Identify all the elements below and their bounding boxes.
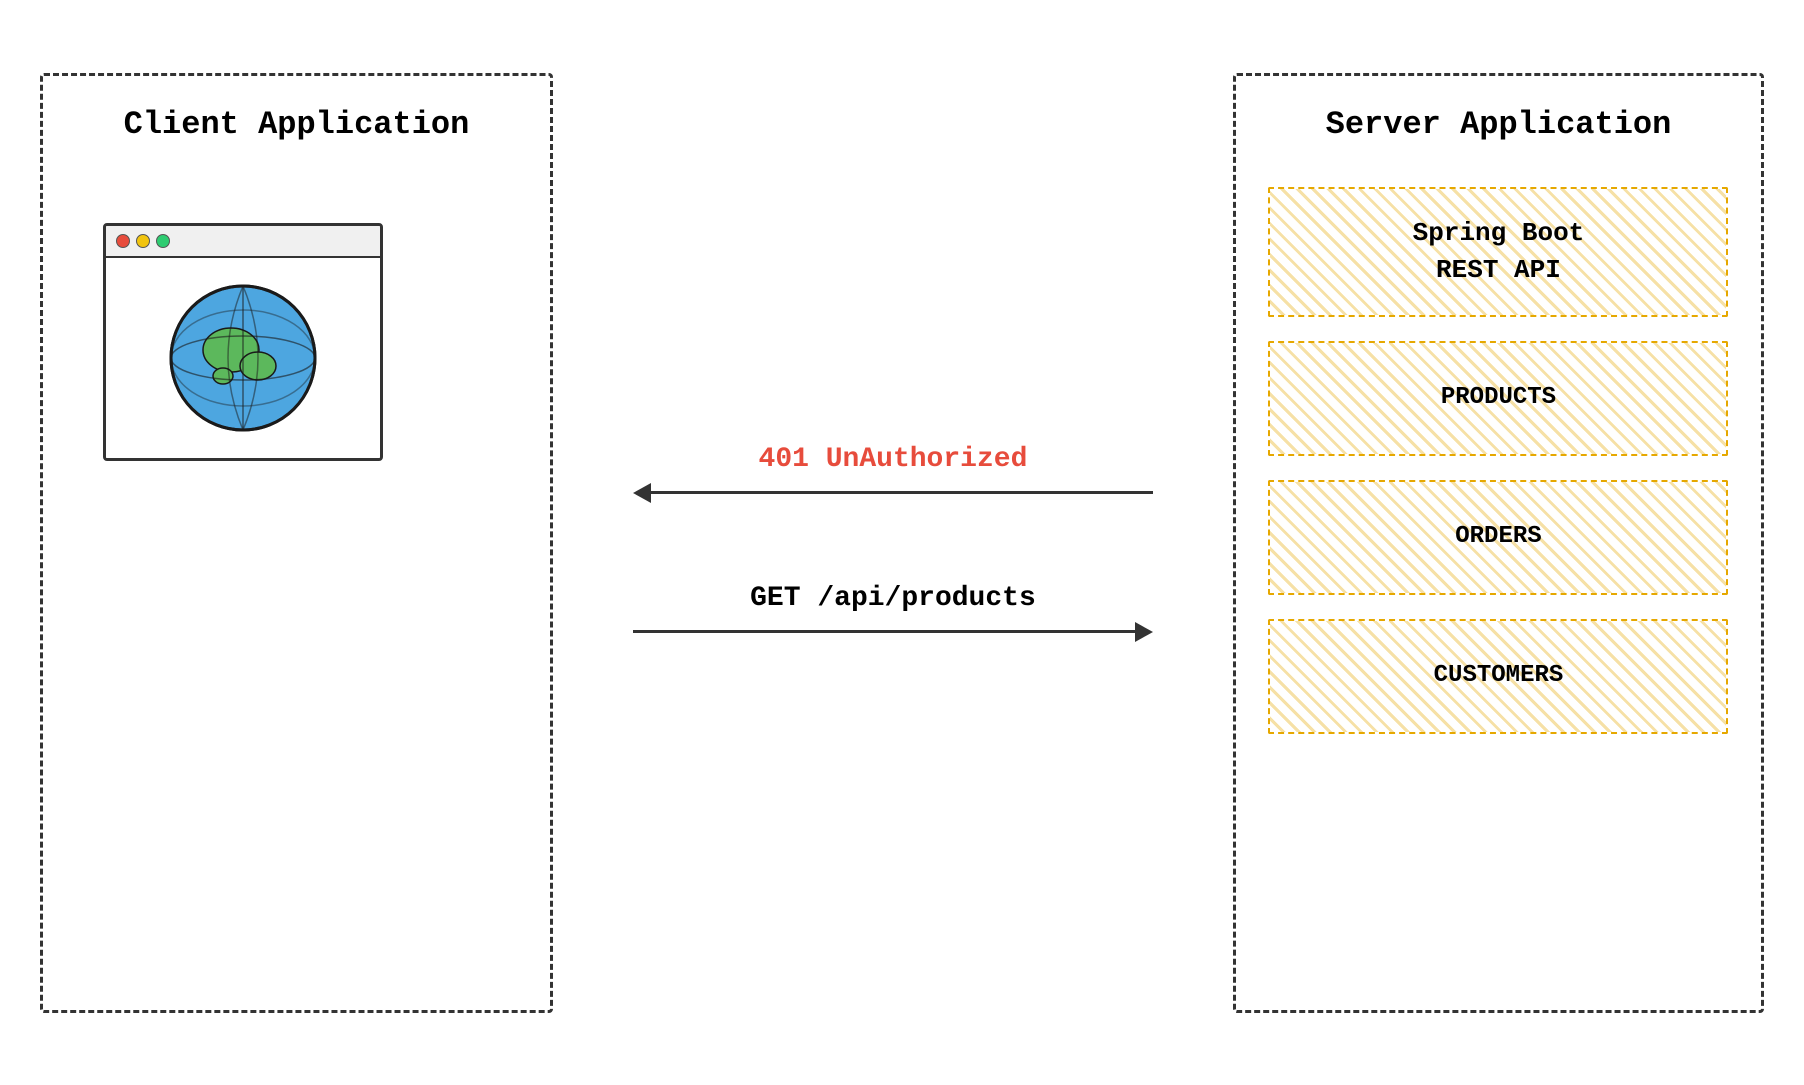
request-label: GET /api/products [750,583,1036,614]
server-application-box: Server Application Spring BootREST API P… [1233,73,1764,1013]
client-application-box: Client Application [40,73,553,1013]
globe-icon [163,278,323,438]
response-arrow-group: 401 UnAuthorized [633,444,1153,503]
arrowhead-left [633,483,651,503]
dot-red [116,234,130,248]
response-label: 401 UnAuthorized [759,444,1028,475]
browser-content [106,258,380,458]
spring-boot-box: Spring BootREST API [1268,187,1728,317]
customers-box: CUSTOMERS [1268,619,1728,734]
arrow-line-body-2 [633,630,1135,633]
dot-green [156,234,170,248]
request-arrow-line [633,622,1153,642]
request-arrow-group: GET /api/products [633,583,1153,642]
orders-label: ORDERS [1270,482,1726,593]
client-title: Client Application [124,106,470,143]
arrows-section: 401 UnAuthorized GET /api/products [633,73,1153,1013]
browser-window [103,223,383,461]
customers-label: CUSTOMERS [1270,621,1726,732]
orders-box: ORDERS [1268,480,1728,595]
diagram-container: Client Application [0,0,1804,1085]
arrow-line-body [651,491,1153,494]
response-arrow-line [633,483,1153,503]
spring-boot-label: Spring BootREST API [1270,189,1726,315]
server-title: Server Application [1326,106,1672,143]
dot-yellow [136,234,150,248]
products-box: PRODUCTS [1268,341,1728,456]
arrowhead-right [1135,622,1153,642]
products-label: PRODUCTS [1270,343,1726,454]
browser-titlebar [106,226,380,258]
